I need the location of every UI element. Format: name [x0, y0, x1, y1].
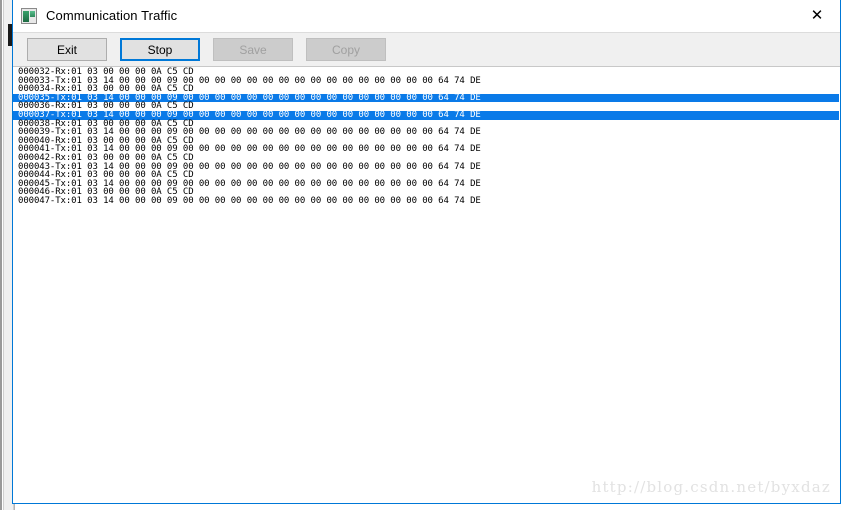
window-title: Communication Traffic	[46, 8, 178, 23]
save-button: Save	[213, 38, 293, 61]
traffic-log-list[interactable]: 000032-Rx:01 03 00 00 00 0A C5 CD 000033-…	[13, 66, 840, 503]
communication-traffic-dialog: Communication Traffic ✕ Exit Stop Save C…	[12, 0, 841, 504]
app-window-icon	[21, 7, 37, 24]
background-window-edge	[0, 0, 2, 510]
watermark-text: http://blog.csdn.net/byxdaz	[591, 478, 831, 496]
exit-button[interactable]: Exit	[27, 38, 107, 61]
copy-button: Copy	[306, 38, 386, 61]
screen-root: Communication Traffic ✕ Exit Stop Save C…	[0, 0, 843, 510]
title-bar[interactable]: Communication Traffic ✕	[13, 0, 840, 32]
close-icon[interactable]: ✕	[794, 0, 840, 30]
log-line[interactable]: 000047-Tx:01 03 14 00 00 00 09 00 00 00 …	[13, 197, 840, 206]
stop-button[interactable]: Stop	[120, 38, 200, 61]
toolbar: Exit Stop Save Copy	[13, 32, 840, 66]
